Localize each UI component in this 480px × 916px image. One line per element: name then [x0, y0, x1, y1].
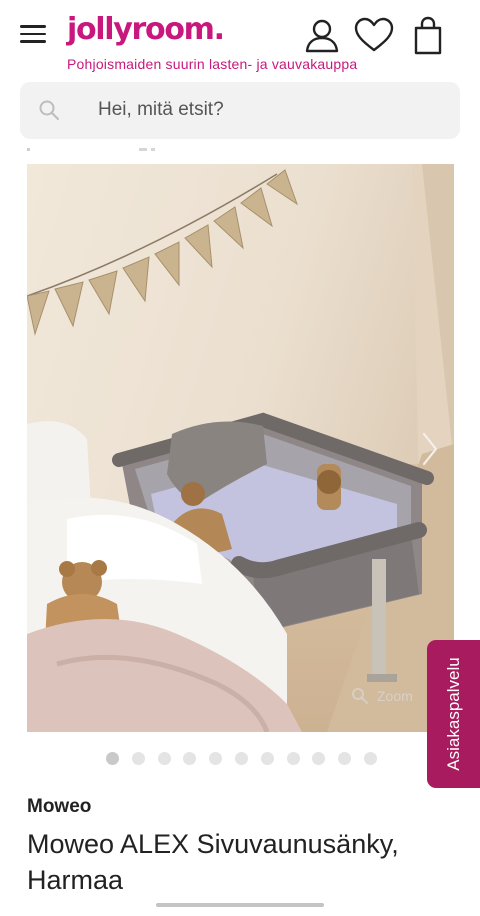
carousel-dot[interactable] [260, 752, 274, 765]
carousel-dot[interactable] [183, 752, 197, 765]
search-icon [39, 100, 59, 120]
carousel-dots [106, 752, 377, 765]
carousel-dot[interactable] [106, 752, 119, 765]
zoom-button[interactable]: Zoom [351, 684, 413, 708]
carousel-dot[interactable] [157, 752, 171, 765]
product-image[interactable] [27, 164, 454, 732]
search-input[interactable]: Hei, mitä etsit? [20, 82, 460, 139]
next-image-arrow[interactable] [410, 424, 450, 474]
product-title: Moweo ALEX Sivuvaunusänky, Harmaa [27, 829, 399, 895]
user-icon[interactable] [302, 16, 342, 56]
customer-service-tab[interactable]: Asiakaspalvelu [427, 640, 480, 788]
search-placeholder: Hei, mitä etsit? [98, 99, 224, 120]
carousel-dot[interactable] [209, 752, 223, 765]
carousel-dot[interactable] [363, 752, 377, 765]
zoom-icon [352, 688, 368, 704]
carousel-dot[interactable] [131, 752, 145, 765]
carousel-dot[interactable] [234, 752, 248, 765]
carousel-dot[interactable] [338, 752, 352, 765]
heart-icon[interactable] [354, 16, 394, 56]
breadcrumb [27, 143, 167, 151]
header: jollyroom. Pohjoismaiden suurin lasten- … [0, 0, 480, 80]
menu-icon[interactable] [20, 22, 48, 46]
tagline: Pohjoismaiden suurin lasten- ja vauvakau… [67, 56, 358, 72]
zoom-label: Zoom [377, 688, 413, 704]
carousel-dot[interactable] [286, 752, 300, 765]
home-indicator [156, 903, 324, 907]
customer-service-label: Asiakaspalvelu [443, 657, 463, 771]
carousel-dot[interactable] [312, 752, 326, 765]
product-brand[interactable]: Moweo [27, 796, 91, 818]
shopping-bag-icon[interactable] [408, 16, 448, 56]
logo[interactable]: jollyroom. [67, 10, 225, 50]
